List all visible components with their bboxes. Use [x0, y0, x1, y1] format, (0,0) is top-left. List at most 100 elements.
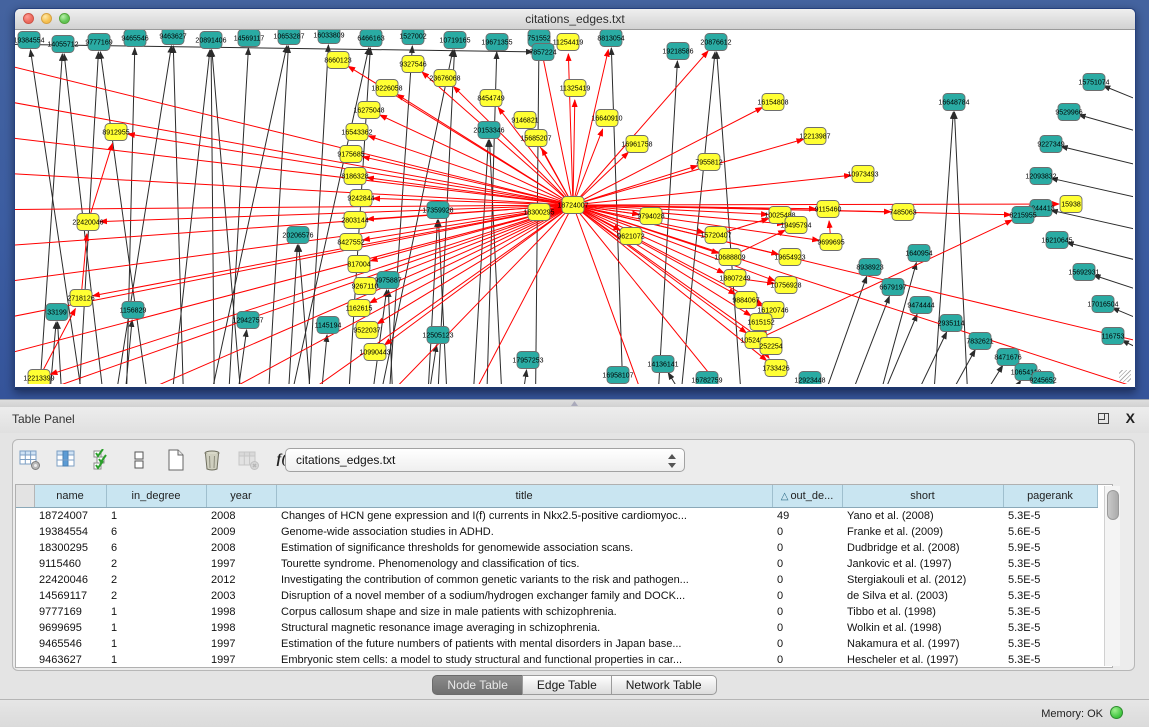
graph-node[interactable]: 16782759 — [691, 372, 722, 385]
table-cell[interactable]: Yano et al. (2008) — [842, 508, 1003, 525]
graph-node[interactable]: 14569117 — [234, 30, 265, 47]
graph-node[interactable]: 8215955 — [1009, 207, 1036, 224]
graph-node[interactable]: 19671355 — [481, 34, 512, 51]
table-vertical-scrollbar[interactable] — [1104, 486, 1120, 666]
graph-node[interactable]: 9463627 — [159, 30, 186, 45]
graph-node[interactable]: 16640910 — [591, 110, 622, 127]
graph-node[interactable]: 15720407 — [700, 227, 731, 244]
table-cell[interactable]: Stergiakouli et al. (2012) — [842, 572, 1003, 588]
table-cell[interactable]: 0 — [772, 556, 842, 572]
table-cell[interactable]: Estimation of the future numbers of pati… — [276, 636, 772, 652]
scrollbar-thumb[interactable] — [1107, 490, 1119, 520]
graph-node[interactable]: 8912955 — [102, 124, 129, 141]
graph-node[interactable]: 1145194 — [315, 317, 342, 334]
table-cell[interactable]: Tourette syndrome. Phenomenology and cla… — [276, 556, 772, 572]
graph-node[interactable]: 116753 — [1102, 328, 1125, 345]
graph-node[interactable]: 16961758 — [621, 136, 652, 153]
graph-node[interactable]: 9474444 — [907, 297, 934, 314]
new-file-icon[interactable] — [165, 449, 187, 471]
table-cell[interactable]: 6 — [106, 524, 206, 540]
table-cell[interactable]: Jankovic et al. (1997) — [842, 556, 1003, 572]
table-cell[interactable]: 2 — [106, 572, 206, 588]
table-cell[interactable]: 2 — [106, 588, 206, 604]
graph-node[interactable]: 16210645 — [1041, 232, 1072, 249]
table-cell[interactable]: Changes of HCN gene expression and I(f) … — [276, 508, 772, 525]
table-cell[interactable]: 5.3E-5 — [1003, 588, 1097, 604]
table-cell[interactable]: 1 — [106, 604, 206, 620]
table-cell[interactable]: Structural magnetic resonance image aver… — [276, 620, 772, 636]
table-cell[interactable]: 5.5E-5 — [1003, 572, 1097, 588]
minimize-traffic-light-icon[interactable] — [41, 13, 52, 24]
graph-node[interactable]: 12505123 — [422, 327, 453, 344]
column-header-rowhead[interactable] — [16, 485, 34, 508]
node-table-grid[interactable]: namein_degreeyeartitle△out_de...shortpag… — [16, 485, 1098, 668]
table-settings-icon[interactable] — [19, 449, 41, 471]
table-select-combobox[interactable]: citations_edges.txt — [285, 448, 685, 472]
table-cell[interactable]: 18724007 — [34, 508, 106, 525]
graph-node[interactable]: 1640954 — [905, 245, 932, 262]
column-header-name[interactable]: name — [34, 485, 106, 508]
graph-node[interactable]: 16154808 — [757, 94, 788, 111]
column-header-year[interactable]: year — [206, 485, 276, 508]
graph-node[interactable]: 16033809 — [313, 30, 344, 44]
memory-indicator-icon[interactable] — [1110, 706, 1123, 719]
graph-node[interactable]: 16958107 — [602, 367, 633, 384]
table-cell[interactable]: Dudbridge et al. (2008) — [842, 540, 1003, 556]
graph-node[interactable]: 6466163 — [357, 30, 384, 47]
table-cell[interactable]: 5.6E-5 — [1003, 524, 1097, 540]
graph-node[interactable]: 15692931 — [1068, 264, 1099, 281]
row-height-icon[interactable] — [128, 449, 150, 471]
graph-node[interactable]: 1527002 — [399, 30, 426, 45]
graph-node[interactable]: 2718126 — [67, 290, 94, 307]
graph-node[interactable]: 12093832 — [1025, 168, 1056, 185]
table-cell[interactable]: de Silva et al. (2003) — [842, 588, 1003, 604]
table-cell[interactable]: 0 — [772, 636, 842, 652]
column-header-in_degree[interactable]: in_degree — [106, 485, 206, 508]
graph-node[interactable]: 19218586 — [662, 43, 693, 60]
graph-node[interactable]: 11325419 — [560, 80, 591, 97]
graph-node[interactable]: 8660123 — [324, 52, 351, 69]
select-rows-icon[interactable] — [92, 449, 114, 471]
graph-node[interactable]: 9975887 — [374, 272, 401, 289]
table-cell[interactable]: 9465546 — [34, 636, 106, 652]
graph-node[interactable]: 9146821 — [511, 112, 538, 129]
graph-node[interactable]: 17957253 — [512, 352, 543, 369]
graph-node[interactable]: 9327546 — [399, 56, 426, 73]
table-cell[interactable]: 18300295 — [34, 540, 106, 556]
delete-icon[interactable] — [201, 449, 223, 471]
graph-node[interactable]: 817004 — [347, 256, 370, 273]
graph-node[interactable]: 1162615 — [346, 300, 373, 317]
table-cell[interactable]: 1 — [106, 636, 206, 652]
table-cell[interactable]: Disruption of a novel member of a sodium… — [276, 588, 772, 604]
table-cell[interactable]: 19384554 — [34, 524, 106, 540]
table-cell[interactable]: 1997 — [206, 556, 276, 572]
graph-node[interactable]: 8938923 — [856, 259, 883, 276]
table-cell[interactable]: Franke et al. (2009) — [842, 524, 1003, 540]
graph-node[interactable]: 15938 — [1060, 196, 1082, 213]
table-row[interactable]: 977716911998Corpus callosum shape and si… — [16, 604, 1097, 620]
graph-node[interactable]: 19654923 — [774, 249, 805, 266]
graph-node[interactable]: 7832621 — [966, 333, 993, 350]
column-header-pagerank[interactable]: pagerank — [1003, 485, 1097, 508]
graph-node[interactable]: 8427552 — [337, 234, 364, 251]
graph-node[interactable]: 19495794 — [780, 217, 811, 234]
table-cell[interactable]: 5.3E-5 — [1003, 604, 1097, 620]
table-row[interactable]: 946554611997Estimation of the future num… — [16, 636, 1097, 652]
graph-node[interactable]: 17359928 — [422, 202, 453, 219]
table-cell[interactable]: 2008 — [206, 540, 276, 556]
table-cell[interactable]: 0 — [772, 652, 842, 668]
network-window-titlebar[interactable]: citations_edges.txt — [15, 9, 1135, 30]
graph-node[interactable]: 22420046 — [72, 214, 103, 231]
graph-node[interactable]: 10756928 — [770, 277, 801, 294]
table-cell[interactable]: 1997 — [206, 636, 276, 652]
graph-node[interactable]: 1615152 — [747, 314, 774, 331]
table-cell[interactable]: Investigating the contribution of common… — [276, 572, 772, 588]
graph-node[interactable]: 8186328 — [341, 168, 368, 185]
table-cell[interactable]: 1 — [106, 620, 206, 636]
graph-node[interactable]: 6679197 — [879, 279, 906, 296]
table-cell[interactable]: 9115460 — [34, 556, 106, 572]
close-traffic-light-icon[interactable] — [23, 13, 34, 24]
table-row[interactable]: 969969511998Structural magnetic resonanc… — [16, 620, 1097, 636]
graph-node[interactable]: 2803144 — [341, 212, 368, 229]
graph-node[interactable]: 252254 — [759, 338, 782, 355]
